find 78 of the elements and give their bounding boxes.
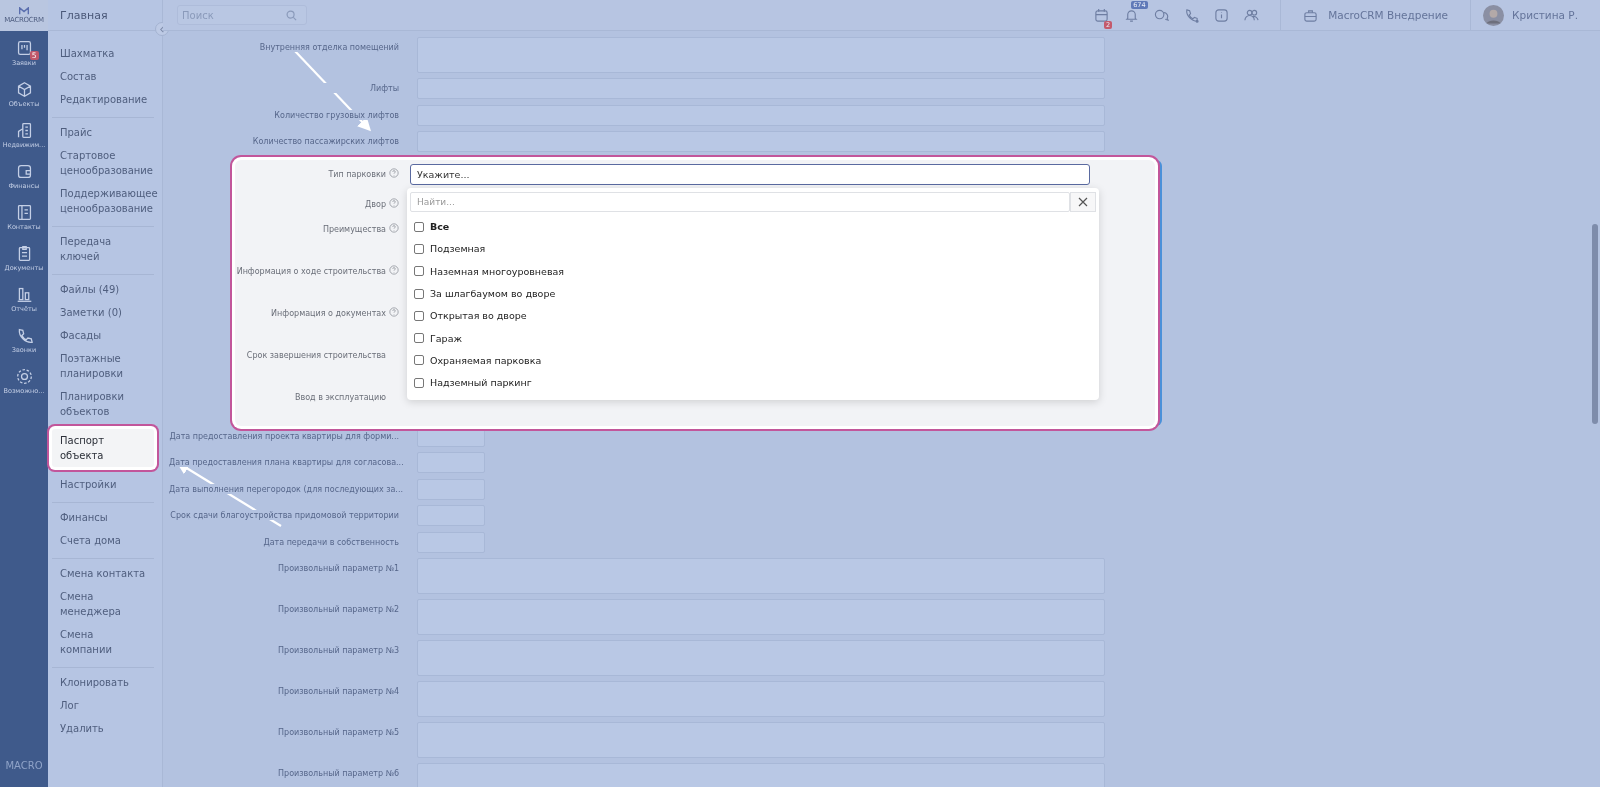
users-icon bbox=[1243, 8, 1259, 23]
checkbox[interactable] bbox=[414, 333, 424, 344]
dropdown-field[interactable]: Укажите... bbox=[410, 163, 1090, 185]
menu-option[interactable]: Все bbox=[410, 215, 1096, 238]
avatar bbox=[1483, 4, 1505, 26]
sidebar-item[interactable]: Лог bbox=[52, 694, 154, 717]
checkbox[interactable] bbox=[414, 355, 424, 366]
checkbox[interactable] bbox=[414, 221, 424, 232]
checkbox[interactable] bbox=[414, 243, 424, 254]
sidebar-item[interactable]: Удалить bbox=[52, 717, 154, 740]
field-label: Двор bbox=[364, 198, 386, 209]
sidebar-item[interactable]: Смена контакта bbox=[52, 562, 154, 585]
checkbox[interactable] bbox=[414, 377, 424, 388]
field-label: Срок завершения строительства bbox=[245, 349, 386, 360]
sidebar-item[interactable]: Настройки bbox=[52, 473, 154, 496]
field-label: Дата предоставления проекта квартиры для форми... bbox=[169, 425, 399, 441]
sidebar-item[interactable]: Счета дома bbox=[52, 529, 154, 552]
calendar-icon bbox=[1093, 8, 1109, 23]
kanban-icon bbox=[15, 40, 33, 57]
field-label: Преимущества bbox=[321, 223, 386, 234]
field-label: Ввод в эксплуатацию bbox=[294, 391, 386, 402]
menu-option[interactable]: Открытая во дворе bbox=[410, 304, 1096, 327]
sidebar-item[interactable]: Фасады bbox=[52, 324, 154, 347]
close-icon bbox=[1078, 196, 1088, 207]
menu-option[interactable]: Наземная многоуровневая bbox=[410, 260, 1096, 283]
bell-icon bbox=[1123, 8, 1139, 23]
menu-option[interactable]: Гараж bbox=[410, 327, 1096, 350]
checkbox[interactable] bbox=[414, 310, 424, 321]
chat-icon bbox=[1153, 8, 1169, 23]
info-icon bbox=[1213, 8, 1229, 23]
sidebar-item[interactable]: Стартовое ценообразование bbox=[52, 144, 154, 182]
sidebar-item[interactable]: Планировки объектов bbox=[52, 385, 154, 423]
building-icon bbox=[15, 122, 33, 139]
wallet-icon bbox=[15, 163, 33, 180]
sidebar-item[interactable]: Редактирование bbox=[52, 88, 154, 111]
checkbox[interactable] bbox=[414, 266, 424, 277]
sidebar-item[interactable]: Заметки (0) bbox=[52, 301, 154, 324]
menu-option[interactable]: Надземный паркинг bbox=[410, 371, 1096, 394]
sidebar-item[interactable]: Смена компании bbox=[52, 623, 154, 661]
briefcase-icon bbox=[1303, 7, 1319, 23]
option-label: Подземная bbox=[430, 243, 486, 255]
workspace-button[interactable]: MacroCRM Внедрение bbox=[1281, 7, 1471, 23]
menu-option[interactable]: Подземная bbox=[410, 237, 1096, 261]
gear-icon bbox=[15, 368, 33, 385]
menu-option[interactable]: Охраняемая парковка bbox=[410, 349, 1096, 372]
option-label: Все bbox=[430, 221, 450, 233]
chart-icon bbox=[15, 286, 33, 303]
sidebar-item[interactable]: Шахматка bbox=[52, 42, 154, 65]
search-field[interactable]: Найти... bbox=[410, 191, 1070, 212]
option-label: За шлагбаумом во дворе bbox=[430, 288, 556, 300]
phone-icon bbox=[1183, 8, 1199, 23]
list-icon bbox=[15, 204, 33, 221]
page-title[interactable]: Главная bbox=[60, 8, 108, 22]
logo-icon bbox=[19, 7, 29, 15]
option-label: Открытая во дворе bbox=[430, 310, 527, 322]
sidebar-item[interactable]: Файлы (49) bbox=[52, 278, 154, 301]
option-label: Наземная многоуровневая bbox=[430, 265, 565, 277]
option-label: Гараж bbox=[430, 332, 463, 344]
field-label: Информация о документах bbox=[270, 307, 386, 318]
user-menu[interactable]: Кристина Р. bbox=[1471, 4, 1600, 26]
scrollbar-thumb[interactable] bbox=[1592, 224, 1598, 424]
option-label: Надземный паркинг bbox=[430, 377, 532, 389]
sidebar-item[interactable]: Передача ключей bbox=[52, 230, 154, 268]
sidebar-item[interactable]: Финансы bbox=[52, 506, 154, 529]
chevron-left-icon bbox=[158, 25, 166, 33]
sidebar-item[interactable]: Клонировать bbox=[52, 671, 154, 694]
brand-text: MACRO bbox=[5, 760, 43, 771]
cube-icon bbox=[15, 81, 33, 98]
option-label: Охраняемая парковка bbox=[430, 354, 542, 366]
menu-option[interactable]: За шлагбаумом во дворе bbox=[410, 282, 1096, 305]
sidebar-item[interactable]: Поэтажные планировки bbox=[52, 347, 154, 385]
sidebar-item[interactable]: Состав bbox=[52, 65, 154, 88]
sidebar-item[interactable]: Смена менеджера bbox=[52, 585, 154, 623]
clear-button[interactable] bbox=[1070, 191, 1096, 212]
field-label: Тип парковки bbox=[327, 168, 386, 179]
checkbox[interactable] bbox=[414, 288, 424, 299]
field-label: Информация о ходе строительства bbox=[235, 265, 386, 276]
sidebar-item[interactable]: Прайс bbox=[52, 121, 154, 144]
